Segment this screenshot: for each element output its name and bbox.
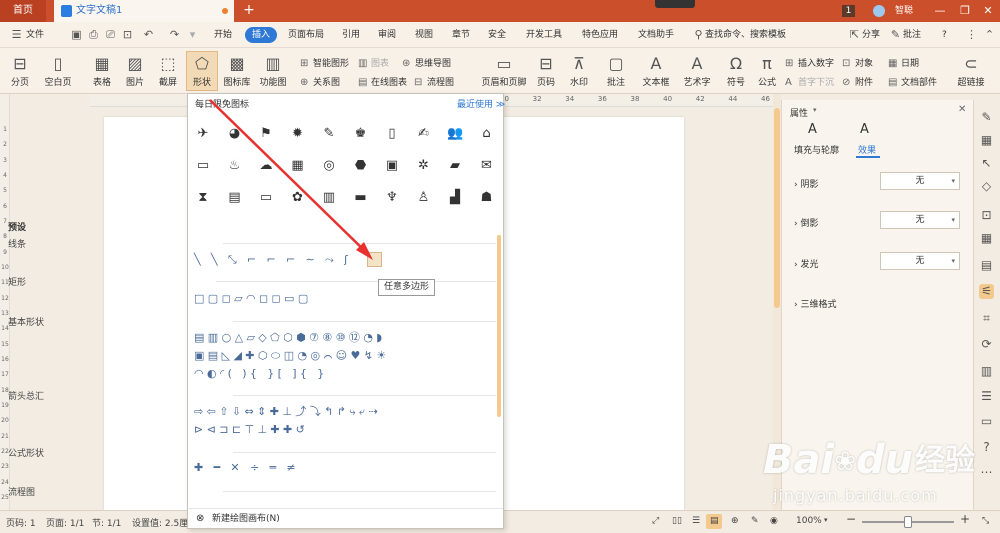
watermark-logo-text: Bai❀du <box>763 437 914 483</box>
annotation-arrow-line <box>209 99 369 255</box>
watermark-brand: 经验 <box>915 443 975 478</box>
baidu-watermark: Bai❀du 经验 jingyan.baidu.com <box>763 418 1000 518</box>
paw-icon: ❀ <box>834 447 856 477</box>
watermark-url: jingyan.baidu.com <box>773 486 938 505</box>
